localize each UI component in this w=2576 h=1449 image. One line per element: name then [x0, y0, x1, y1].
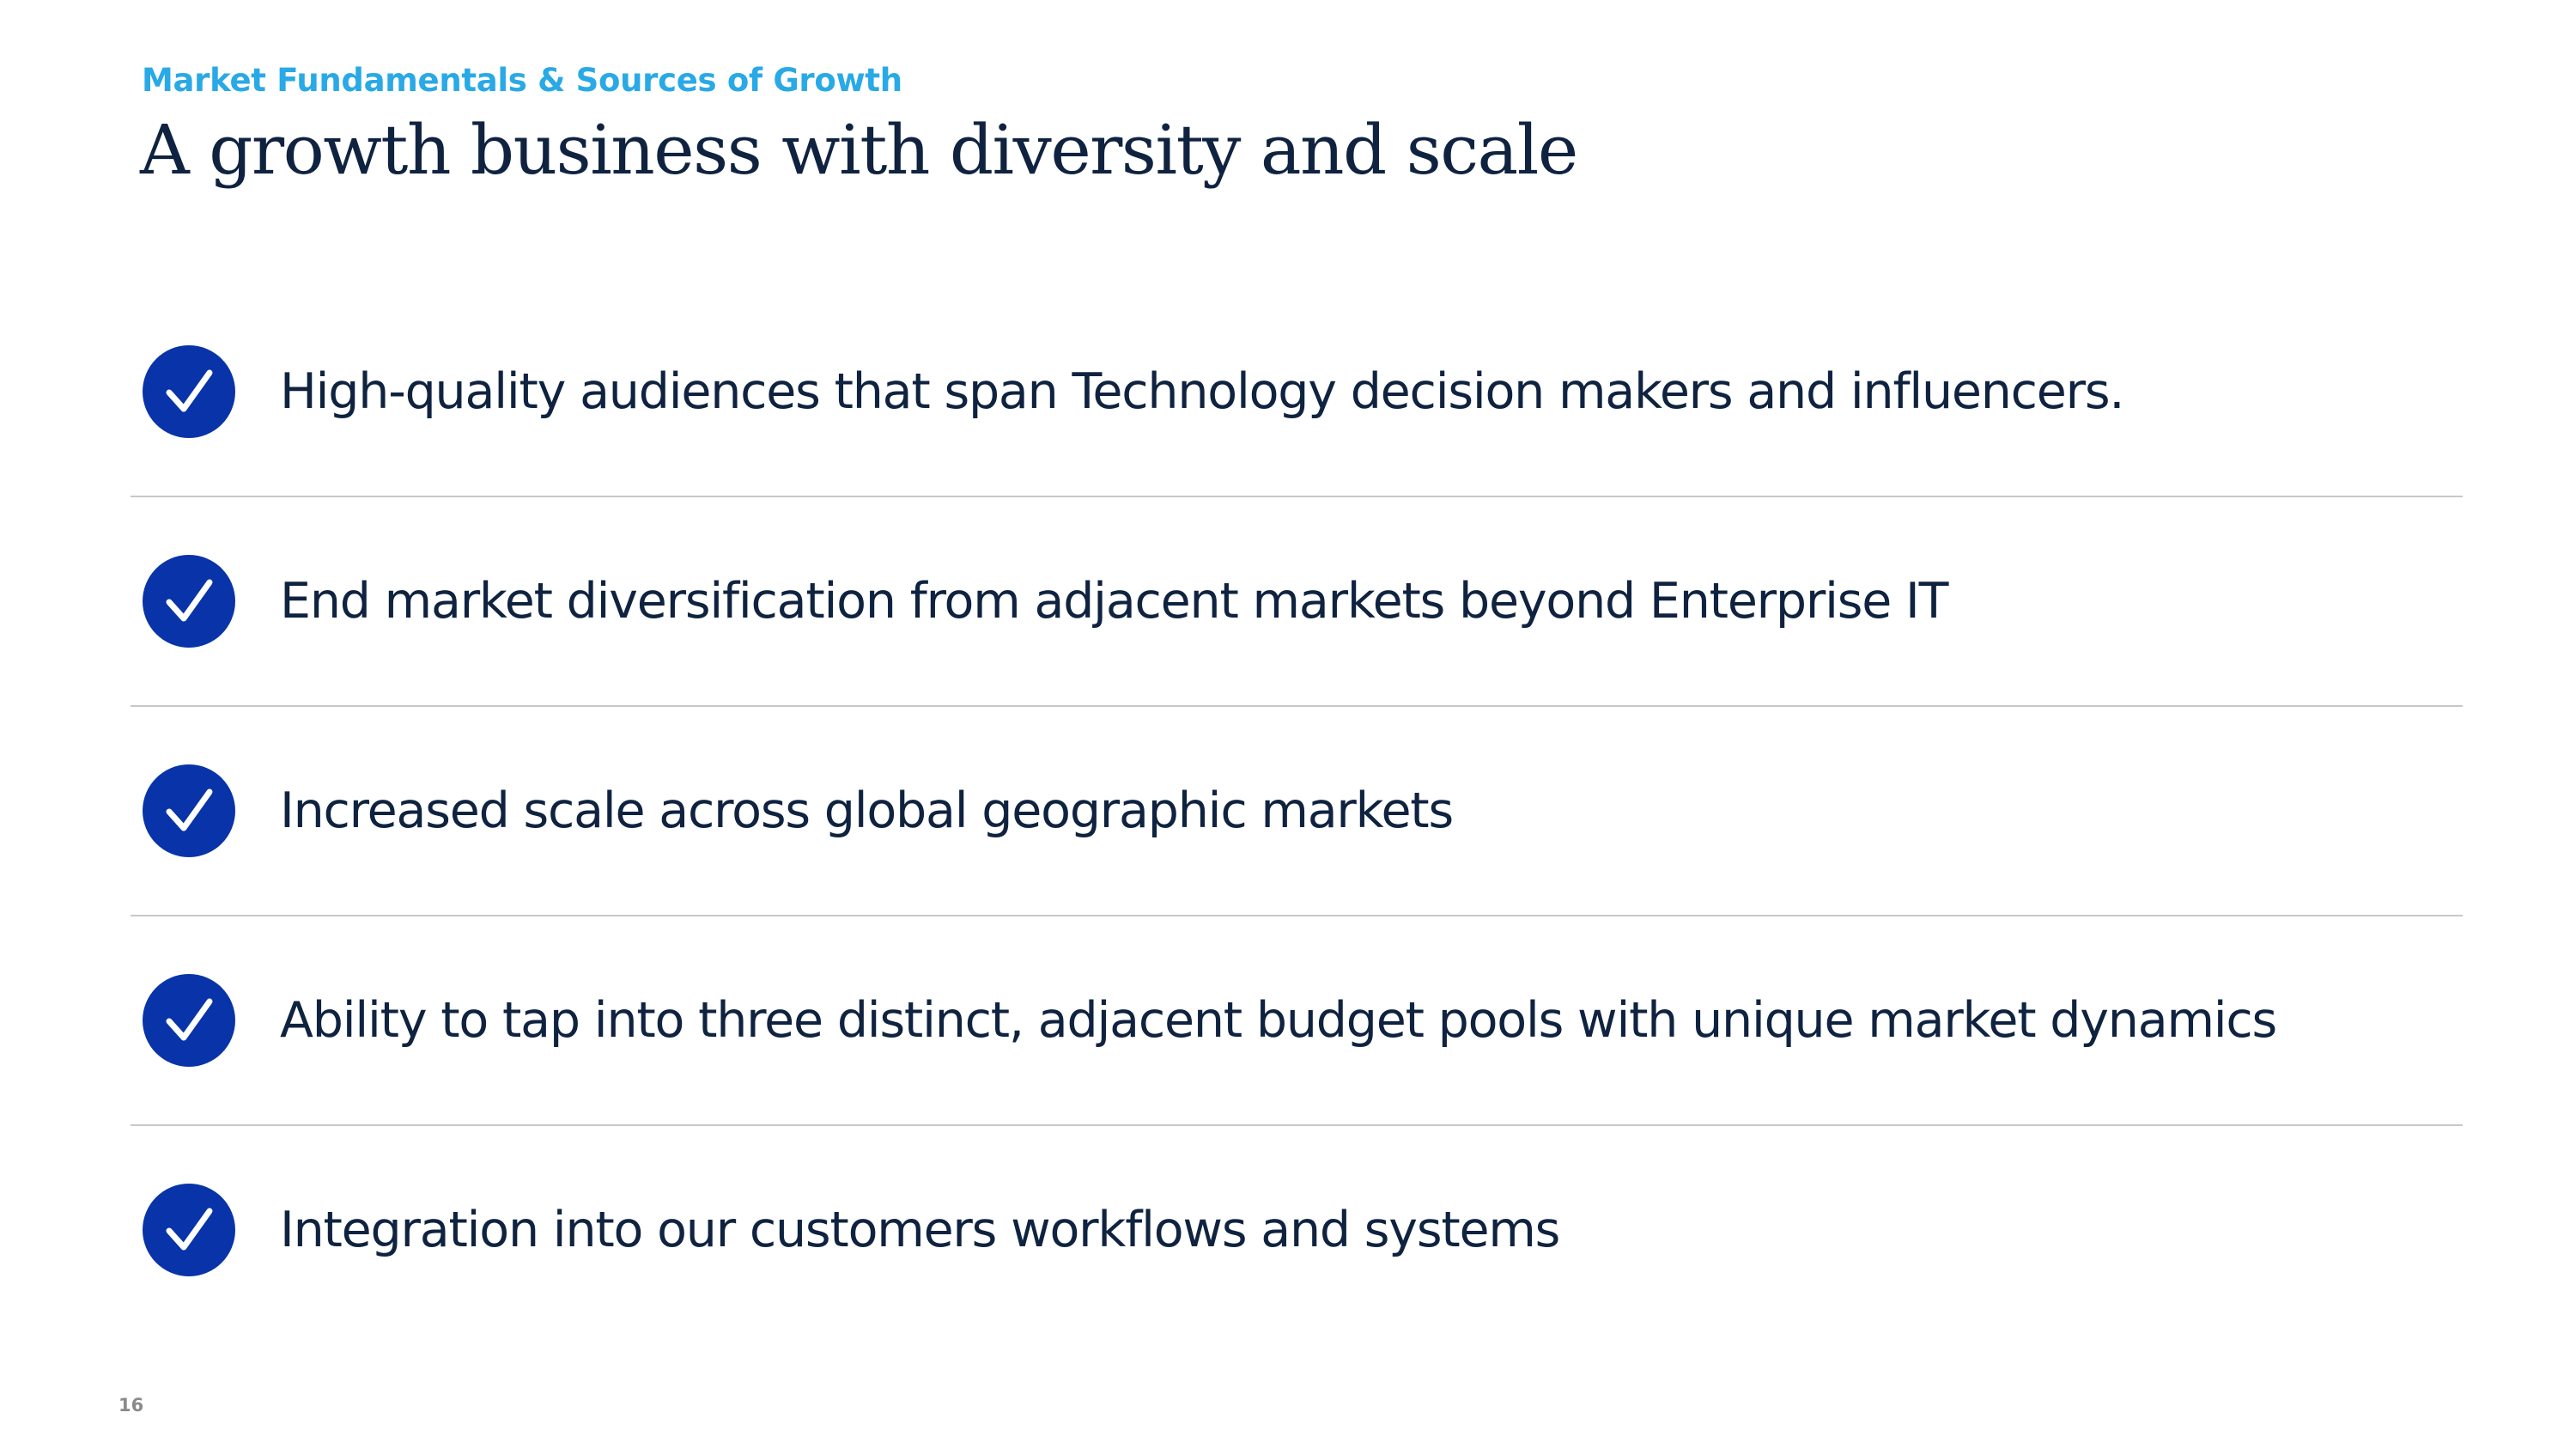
- section-eyebrow: Market Fundamentals & Sources of Growth: [142, 62, 902, 99]
- list-item: Ability to tap into three distinct, adja…: [131, 916, 2463, 1126]
- slide-title: A growth business with diversity and sca…: [140, 110, 1578, 190]
- bullet-list: High-quality audiences that span Technol…: [131, 288, 2463, 1334]
- check-circle-icon: [143, 1184, 235, 1276]
- list-item: Increased scale across global geographic…: [131, 707, 2463, 916]
- list-item-text: High-quality audiences that span Technol…: [280, 363, 2125, 420]
- list-item-text: Increased scale across global geographic…: [280, 782, 1454, 839]
- check-circle-icon: [143, 555, 235, 648]
- list-item-text: Ability to tap into three distinct, adja…: [280, 992, 2277, 1049]
- list-item: High-quality audiences that span Technol…: [131, 288, 2463, 497]
- list-item: Integration into our customers workflows…: [131, 1126, 2463, 1334]
- list-item: End market diversification from adjacent…: [131, 497, 2463, 707]
- list-item-text: End market diversification from adjacent…: [280, 573, 1948, 630]
- check-circle-icon: [143, 974, 235, 1067]
- page-number: 16: [118, 1395, 144, 1416]
- check-circle-icon: [143, 764, 235, 857]
- check-circle-icon: [143, 345, 235, 438]
- list-item-text: Integration into our customers workflows…: [280, 1202, 1560, 1258]
